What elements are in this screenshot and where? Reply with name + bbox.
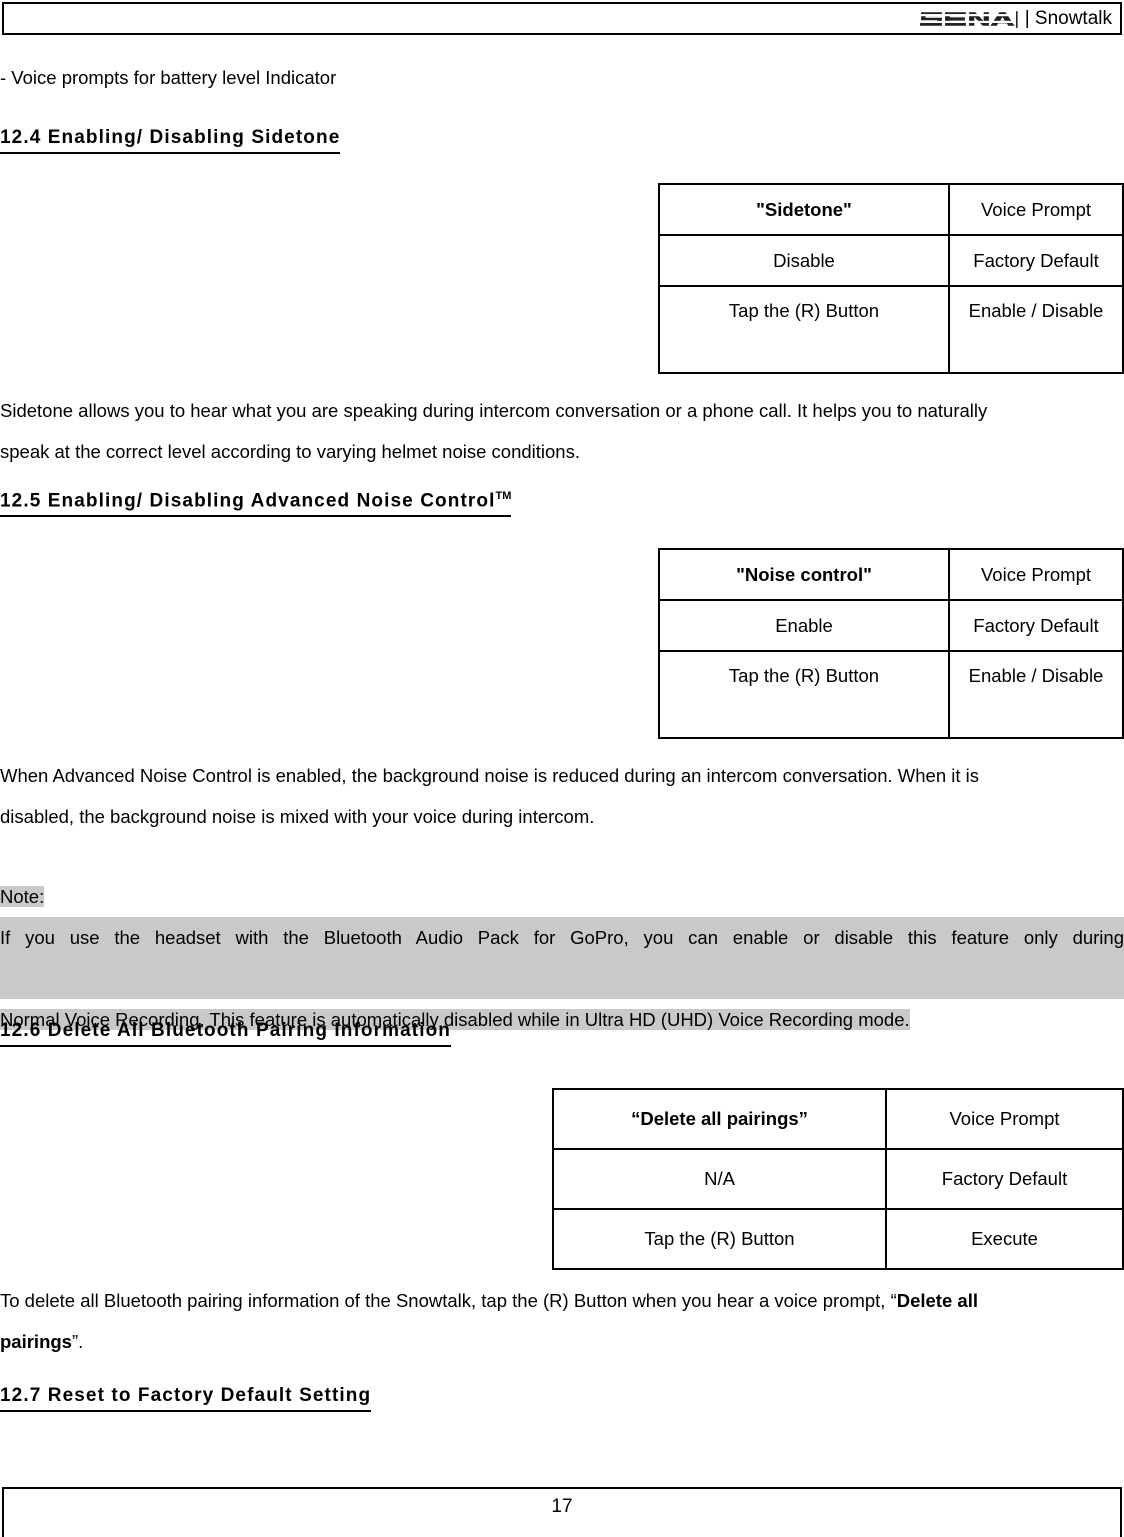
section-heading-12-7: 12.7 Reset to Factory Default Setting <box>0 1385 372 1412</box>
page-header: | Snowtalk <box>2 2 1122 35</box>
table-row: Disable Factory Default <box>658 234 1124 287</box>
table-row: "Noise control" Voice Prompt <box>658 548 1124 601</box>
paragraph-noise-control-line-1: When Advanced Noise Control is enabled, … <box>0 765 980 786</box>
table-cell-label: Enable <box>658 599 950 652</box>
table-cell-value: Execute <box>885 1208 1124 1270</box>
trademark-symbol: TM <box>495 490 512 502</box>
sidetone-table: "Sidetone" Voice Prompt Disable Factory … <box>658 183 1124 374</box>
table-cell-label: "Noise control" <box>658 548 950 601</box>
note-line-1-wrap: If you use the headset with the Bluetoot… <box>0 917 1124 999</box>
paragraph-delete-line-1: To delete all Bluetooth pairing informat… <box>0 1280 1124 1321</box>
paragraph-delete-bold-a: Delete all <box>896 1290 978 1311</box>
note-block: Note: If you use the headset with the Bl… <box>0 876 1124 1040</box>
section-heading-12-5-text: 12.5 Enabling/ Disabling Advanced Noise … <box>0 490 496 512</box>
table-cell-label: Tap the (R) Button <box>658 650 950 739</box>
table-row: "Sidetone" Voice Prompt <box>658 183 1124 236</box>
table-cell-value: Factory Default <box>948 234 1124 287</box>
table-row: Enable Factory Default <box>658 599 1124 652</box>
section-heading-12-6: 12.6 Delete All Bluetooth Pairing Inform… <box>0 1020 452 1047</box>
table-cell-value: Factory Default <box>885 1148 1124 1210</box>
table-row: Tap the (R) Button Execute <box>552 1208 1124 1270</box>
paragraph-delete-pairings: To delete all Bluetooth pairing informat… <box>0 1280 1124 1362</box>
brand-lockup: | Snowtalk <box>919 6 1112 32</box>
paragraph-sidetone-line-1: Sidetone allows you to hear what you are… <box>0 400 988 421</box>
page-footer: 17 <box>2 1487 1122 1537</box>
page-number: 17 <box>551 1496 573 1517</box>
table-cell-value: Enable / Disable <box>948 650 1124 739</box>
table-cell-value: Voice Prompt <box>948 548 1124 601</box>
paragraph-sidetone-line-2: speak at the correct level according to … <box>0 441 580 462</box>
section-heading-12-4: 12.4 Enabling/ Disabling Sidetone <box>0 127 341 154</box>
paragraph-delete-line-2: pairings”. <box>0 1321 1124 1362</box>
note-label: Note: <box>0 886 45 907</box>
paragraph-delete-line-2-text: ”. <box>71 1331 84 1352</box>
table-cell-label: "Sidetone" <box>658 183 950 236</box>
table-row: Tap the (R) Button Enable / Disable <box>658 285 1124 374</box>
delete-pairings-table: “Delete all pairings” Voice Prompt N/A F… <box>552 1088 1124 1270</box>
bullet-line-battery-voice-prompts: - Voice prompts for battery level Indica… <box>0 67 337 88</box>
table-cell-label: “Delete all pairings” <box>552 1088 887 1150</box>
brand-suffix-label: | Snowtalk <box>1024 8 1112 29</box>
table-cell-label: N/A <box>552 1148 887 1210</box>
paragraph-sidetone: Sidetone allows you to hear what you are… <box>0 390 1124 472</box>
note-line-1: If you use the headset with the Bluetoot… <box>0 917 1124 999</box>
table-cell-value: Enable / Disable <box>948 285 1124 374</box>
paragraph-noise-control: When Advanced Noise Control is enabled, … <box>0 755 1124 837</box>
section-heading-12-5: 12.5 Enabling/ Disabling Advanced Noise … <box>0 490 512 518</box>
table-cell-value: Voice Prompt <box>948 183 1124 236</box>
section-heading-12-6-text: 12.6 Delete All Bluetooth Pairing Inform… <box>0 1020 452 1041</box>
table-cell-value: Voice Prompt <box>885 1088 1124 1150</box>
note-label-line: Note: <box>0 876 1124 917</box>
noise-control-table: "Noise control" Voice Prompt Enable Fact… <box>658 548 1124 739</box>
table-row: Tap the (R) Button Enable / Disable <box>658 650 1124 739</box>
section-heading-12-7-text: 12.7 Reset to Factory Default Setting <box>0 1385 372 1406</box>
table-cell-value: Factory Default <box>948 599 1124 652</box>
sena-logo-icon <box>920 10 1018 28</box>
paragraph-delete-line-1-text: To delete all Bluetooth pairing informat… <box>0 1290 897 1311</box>
paragraph-delete-bold-b: pairings <box>0 1331 72 1352</box>
table-row: N/A Factory Default <box>552 1148 1124 1210</box>
table-row: “Delete all pairings” Voice Prompt <box>552 1088 1124 1150</box>
table-cell-label: Disable <box>658 234 950 287</box>
table-cell-label: Tap the (R) Button <box>552 1208 887 1270</box>
paragraph-noise-control-line-2: disabled, the background noise is mixed … <box>0 806 595 827</box>
table-cell-label: Tap the (R) Button <box>658 285 950 374</box>
section-heading-12-4-text: 12.4 Enabling/ Disabling Sidetone <box>0 127 341 148</box>
